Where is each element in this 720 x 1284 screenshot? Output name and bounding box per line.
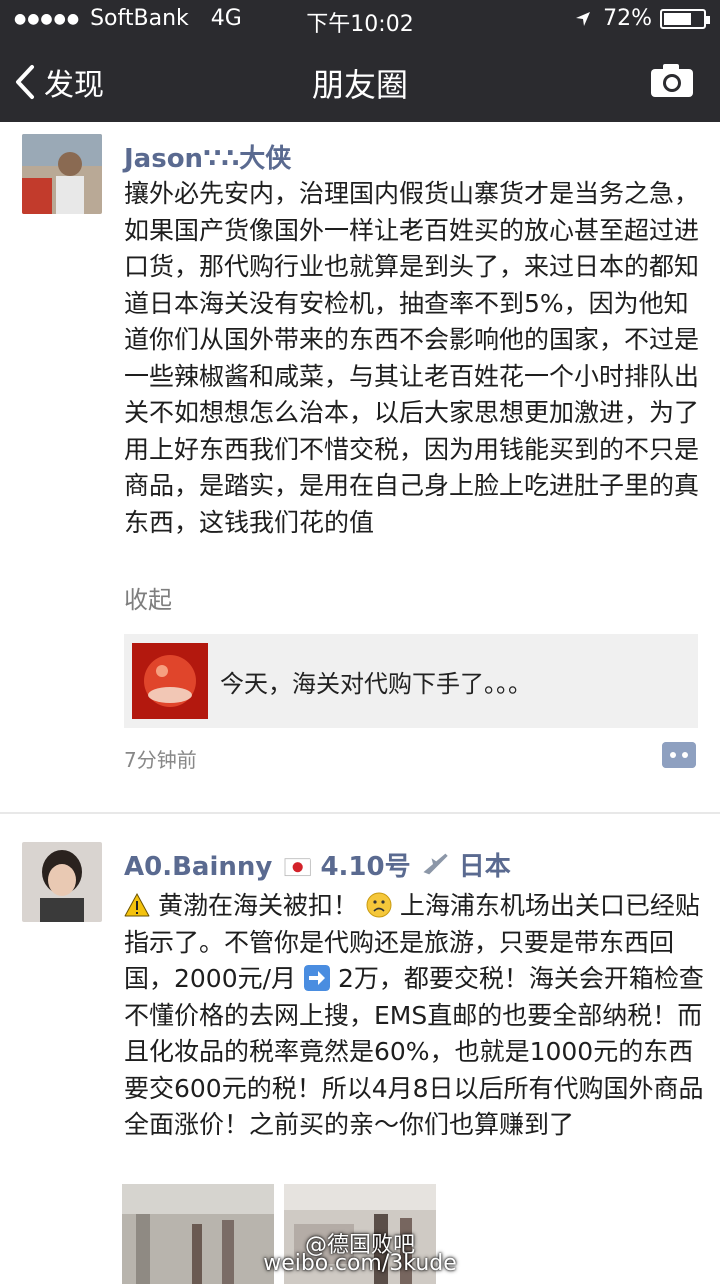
- post-text: 黄渤在海关被扣！ 上海浦东机场出关口已经贴指示了。不管你是代购还是旅游，只要是带…: [124, 888, 704, 1144]
- avatar[interactable]: [22, 842, 102, 922]
- author-name-date: 4.10号: [320, 852, 411, 882]
- post-timestamp: 7分钟前: [124, 748, 197, 772]
- avatar[interactable]: [22, 134, 102, 214]
- moment-post: A0.Bainny 4.10号 日本 黄渤在海关被扣！ 上海浦东机场出关口已经贴…: [0, 830, 720, 1284]
- camera-icon[interactable]: [650, 62, 694, 98]
- battery-icon: [660, 8, 710, 29]
- page-title: 朋友圈: [311, 66, 408, 104]
- post-author-name[interactable]: Jason∵∴大侠: [124, 138, 291, 175]
- shared-link-title: 今天，海关对代购下手了。。。: [220, 669, 532, 698]
- watermark-line2: weibo.com/3kude: [263, 1251, 457, 1276]
- warning-icon: [124, 892, 150, 917]
- battery-level-fill: [664, 12, 692, 25]
- location-arrow-icon: [576, 11, 591, 26]
- post-author-name[interactable]: A0.Bainny 4.10号 日本: [124, 846, 511, 883]
- avatar-image: [22, 842, 102, 922]
- moment-post: Jason∵∴大侠 攘外必先安内，治理国内假货山寨货才是当务之急，如果国产货像国…: [0, 122, 720, 812]
- author-name-text: A0.Bainny: [124, 852, 273, 882]
- comment-icon[interactable]: [662, 742, 696, 768]
- sad-face-icon: [366, 892, 392, 918]
- battery-percent: 72%: [603, 6, 652, 31]
- japan-flag-icon: [284, 858, 312, 877]
- shared-link-thumbnail: [132, 643, 208, 719]
- post-text-part1: 黄渤在海关被扣！: [157, 891, 358, 920]
- status-bar: ●●●●● SoftBank 4G 下午10:02 72%: [0, 0, 720, 40]
- collapse-link[interactable]: 收起: [124, 580, 172, 615]
- post-text: 攘外必先安内，治理国内假货山寨货才是当务之急，如果国产货像国外一样让老百姓买的放…: [124, 179, 700, 537]
- post-divider: [0, 812, 720, 814]
- right-arrow-icon: [304, 965, 330, 991]
- nav-bar: 发现 朋友圈: [0, 40, 720, 122]
- shared-link-card[interactable]: 今天，海关对代购下手了。。。: [124, 634, 698, 728]
- status-right: 72%: [575, 6, 710, 31]
- avatar-image: [22, 134, 102, 214]
- author-name-place: 日本: [458, 852, 511, 882]
- airplane-icon: [423, 853, 448, 875]
